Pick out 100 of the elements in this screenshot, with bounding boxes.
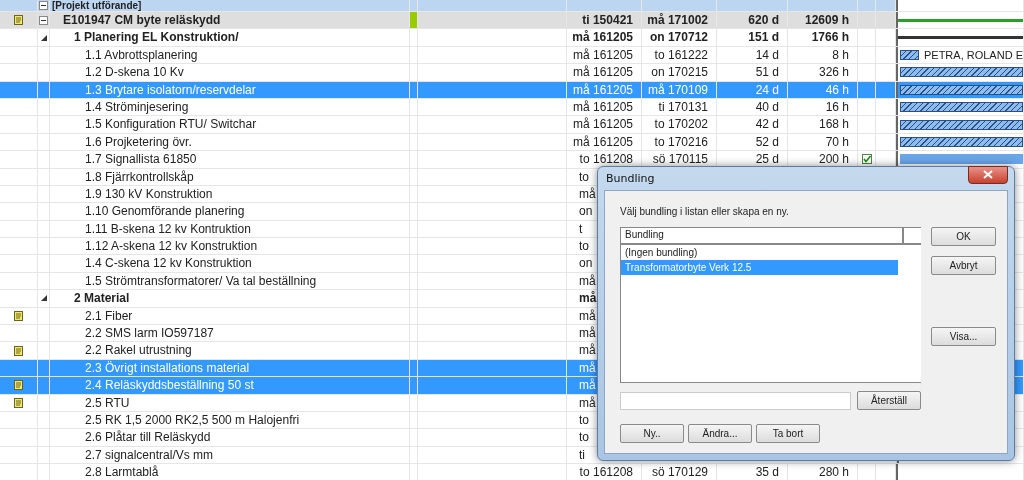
finish-date: må 170109 <box>647 82 708 97</box>
task-name: E101947 CM byte reläskydd <box>62 13 221 27</box>
task-name: 1.5 Konfiguration RTU/ Switchar <box>84 117 257 132</box>
work-hours: 12609 h <box>804 13 849 27</box>
start-date: t <box>579 221 583 236</box>
task-name: 2.4 Reläskyddsbeställning 50 st <box>84 378 254 393</box>
task-row[interactable]: E101947 CM byte reläskydd ti 150421 må 171002 620 d 12609 h <box>0 12 1024 30</box>
dialog-button[interactable]: Avbryt <box>931 256 996 275</box>
start-date: må 161205 <box>572 99 633 114</box>
work-hours: 1766 h <box>811 30 849 45</box>
task-row[interactable]: 1 Planering EL Konstruktion/ må 161205 on 170712 151 d 1766 h <box>0 29 1024 47</box>
collapse-icon[interactable] <box>39 15 48 25</box>
dialog-button[interactable]: OK <box>931 227 996 246</box>
work-hours: 168 h <box>818 117 849 132</box>
duration: 151 d <box>748 30 779 45</box>
reset-button[interactable]: Återställ <box>857 391 921 410</box>
start-date: må <box>579 186 596 201</box>
task-name: 2.3 Övrigt installations material <box>84 360 250 375</box>
name-field[interactable] <box>620 391 851 410</box>
finish-date: on 170215 <box>651 65 708 80</box>
start-date: to 161208 <box>579 152 633 167</box>
task-row[interactable]: 1.4 Ströminjesering må 161205 ti 170131 40 d 16 h <box>0 98 1024 117</box>
finish-date: må 171002 <box>647 13 708 27</box>
dialog-button[interactable]: Ändra... <box>688 424 752 443</box>
start-date: må 161205 <box>572 30 633 45</box>
collapse-icon[interactable] <box>40 295 47 302</box>
finish-date: sö 170115 <box>652 152 708 167</box>
duration: 14 d <box>755 47 779 62</box>
task-row[interactable]: 1.5 Konfiguration RTU/ Switchar må 161205 to 170202 42 d 168 h <box>0 116 1024 134</box>
work-hours: 16 h <box>825 99 849 114</box>
duration: 40 d <box>755 99 779 114</box>
start-date: må 161205 <box>572 82 633 97</box>
start-date: må <box>579 326 596 341</box>
finish-date: on 170712 <box>649 30 708 45</box>
start-date: to 161208 <box>579 465 633 480</box>
finish-date: to 170216 <box>654 134 708 149</box>
task-name: 1 Planering EL Konstruktion/ <box>73 30 239 45</box>
finish-date: sö 170129 <box>651 465 708 480</box>
task-name: 2.7 signalcentral/Vs mm <box>84 447 214 462</box>
finish-date: to 170202 <box>654 117 708 132</box>
close-button[interactable] <box>968 165 1008 184</box>
start-date: to <box>579 413 589 427</box>
finish-date: ti 170131 <box>658 99 708 114</box>
task-name: 1.9 130 kV Konstruktion <box>84 186 213 201</box>
start-date: må <box>579 378 596 393</box>
work-hours: 200 h <box>818 152 849 167</box>
start-date: må 161205 <box>572 134 633 149</box>
start-date: ti <box>579 447 585 462</box>
task-name: 1.12 A-skena 12 kv Konstruktion <box>84 239 258 254</box>
task-bar <box>900 49 919 60</box>
start-date: to <box>579 430 589 445</box>
view-button[interactable]: Visa... <box>931 327 996 346</box>
task-name: 2 Material <box>73 291 130 306</box>
task-name: 1.4 C-skena 12 kv Konstruktion <box>84 256 252 271</box>
task-row[interactable]: 2.8 Larmtablå to 161208 sö 170129 35 d 280 h <box>0 464 1024 480</box>
instruction-text: Välj bundling i listan eller skapa en ny. <box>620 206 790 217</box>
duration: 35 d <box>755 465 779 480</box>
duration: 25 d <box>755 152 779 167</box>
start-date: må <box>579 395 596 410</box>
start-date: må 161205 <box>572 65 633 80</box>
duration: 42 d <box>755 117 779 132</box>
task-name: 2.6 Plåtar till Reläskydd <box>84 430 211 445</box>
task-row[interactable]: 1.6 Projketering övr. må 161205 to 170216 52 d 70 h <box>0 133 1024 152</box>
task-name: 1.5 Strömtransformatorer/ Va tal beställning <box>84 273 317 288</box>
task-name: 1.8 Fjärrkontrollskåp <box>84 169 194 184</box>
start-date: to <box>579 239 589 254</box>
task-name: 1.4 Ströminjesering <box>84 99 189 114</box>
task-row[interactable]: 1.2 D-skena 10 Kv må 161205 on 170215 51 d 326 h <box>0 64 1024 82</box>
work-hours: 46 h <box>825 82 849 97</box>
task-name: 2.5 RTU <box>84 395 130 410</box>
task-row[interactable]: [Projekt utförande] <box>0 0 1024 12</box>
duration: 52 d <box>755 134 779 149</box>
dialog-button[interactable]: Ta bort <box>756 424 820 443</box>
close-icon <box>983 170 993 179</box>
duration: 24 d <box>755 82 779 97</box>
task-name: 2.5 RK 1,5 2000 RK2,5 500 m Halojenfri <box>84 413 300 427</box>
column-header[interactable]: Bundling <box>621 228 904 243</box>
work-hours: 280 h <box>818 465 849 480</box>
task-name: 2.2 Rakel utrustning <box>84 343 192 358</box>
resource-label: PETRA, ROLAND E <box>923 47 1023 63</box>
start-date: må <box>579 308 596 323</box>
task-name: 1.7 Signallista 61850 <box>84 152 197 167</box>
task-row[interactable]: 1.1 Avbrottsplanering må 161205 to 161222 14 d 8 h PETRA, ROLAND E <box>0 46 1024 65</box>
start-date: må <box>579 291 597 306</box>
dialog-title: Bundling <box>605 172 655 185</box>
task-name: 1.6 Projketering övr. <box>84 134 192 149</box>
start-date: on <box>579 256 593 271</box>
collapse-icon[interactable] <box>39 1 48 10</box>
start-date: on <box>579 204 593 219</box>
start-date: må 161205 <box>572 117 633 132</box>
work-hours: 326 h <box>818 65 849 80</box>
start-date: to <box>579 169 589 184</box>
task-name: 2.1 Fiber <box>84 308 133 323</box>
task-name: 1.2 D-skena 10 Kv <box>84 65 184 80</box>
collapse-icon[interactable] <box>40 34 47 41</box>
task-name: [Projekt utförande] <box>51 0 142 11</box>
start-date: må <box>579 360 596 375</box>
dialog-button[interactable]: Ny.. <box>620 424 684 443</box>
finish-date: to 161222 <box>654 47 708 62</box>
task-name: 1.3 Brytare isolatorn/reservdelar <box>84 82 256 97</box>
